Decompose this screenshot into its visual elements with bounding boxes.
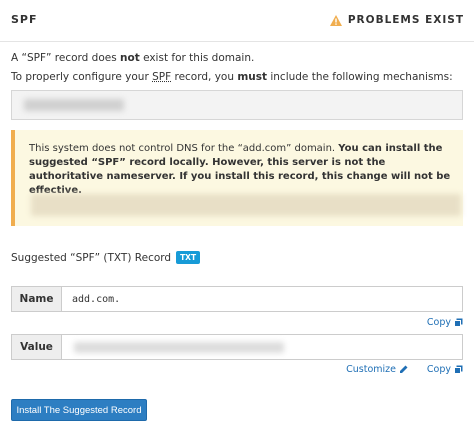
dns-warning-alert: This system does not control DNS for the…	[11, 130, 463, 226]
suggested-record-heading: Suggested “SPF” (TXT) Record TXT	[11, 251, 201, 264]
copy-icon	[454, 365, 463, 374]
copy-icon	[454, 318, 463, 327]
pencil-icon	[400, 365, 408, 373]
name-value[interactable]: add.com.	[62, 287, 462, 311]
redacted-mechanisms	[24, 99, 124, 111]
redacted-value	[74, 342, 284, 353]
value-field: Value	[11, 334, 463, 360]
section-title: SPF	[11, 13, 38, 26]
configure-instruction: To properly configure your SPF record, y…	[11, 71, 453, 83]
status-text: PROBLEMS EXIST	[347, 14, 464, 26]
copy-value-link[interactable]: Copy	[427, 364, 463, 375]
copy-name-link[interactable]: Copy	[427, 317, 463, 328]
value-content[interactable]	[62, 335, 462, 359]
status-indicator: PROBLEMS EXIST	[329, 14, 464, 26]
alert-message: This system does not control DNS for the…	[29, 143, 451, 196]
section-header: SPF PROBLEMS EXIST	[0, 0, 474, 42]
redacted-alert-content	[31, 194, 461, 216]
name-field: Name add.com.	[11, 286, 463, 312]
name-label: Name	[12, 287, 62, 311]
customize-link[interactable]: Customize	[346, 364, 408, 375]
spf-term[interactable]: SPF	[152, 71, 171, 83]
record-missing-message: A “SPF” record does not exist for this d…	[11, 52, 255, 64]
install-suggested-record-button[interactable]: Install The Suggested Record	[11, 399, 147, 421]
txt-badge: TXT	[176, 251, 201, 264]
mechanisms-box	[11, 90, 463, 120]
value-label: Value	[12, 335, 62, 359]
warning-icon	[329, 14, 342, 26]
